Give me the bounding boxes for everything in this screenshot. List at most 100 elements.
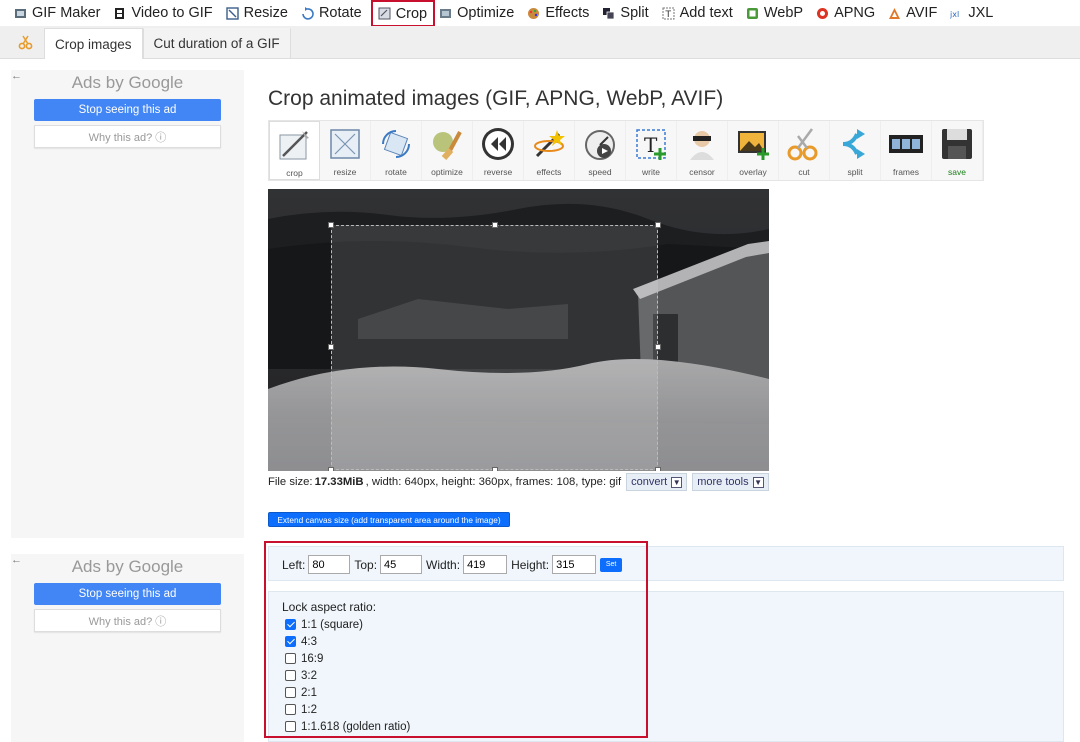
convert-label: convert [631,476,668,488]
rotate-icon [301,6,314,20]
nav-avif[interactable]: AVIF [884,0,946,26]
tool-resize[interactable]: resize [320,121,371,180]
tool-label: frames [893,167,919,177]
tool-save[interactable]: save [932,121,983,180]
aspect-checkbox[interactable] [285,721,296,732]
frames-tool-icon [887,125,925,163]
aspect-option[interactable]: 1:2 [285,701,410,718]
stop-seeing-ad-button[interactable]: Stop seeing this ad [34,99,221,121]
film-icon [113,7,126,20]
extend-canvas-button[interactable]: Extend canvas size (add transparent area… [268,512,510,527]
tool-rotate[interactable]: rotate [371,121,422,180]
tool-label: rotate [385,167,407,177]
convert-button[interactable]: convert ▼ [626,473,688,491]
aspect-ratio-title: Lock aspect ratio: [282,600,377,614]
nav-crop[interactable]: Crop [370,0,436,27]
aspect-option-label: 1:2 [301,703,317,716]
nav-label: Effects [545,5,590,21]
set-button[interactable]: Set [600,557,623,572]
crop-handle[interactable] [655,344,661,350]
nav-optimize[interactable]: Optimize [435,0,523,26]
tool-crop[interactable]: crop [269,121,320,180]
arrow-down-icon: ▼ [752,476,764,488]
nav-add-text[interactable]: T Add text [658,0,742,26]
ad-block: ← Ads by Google Stop seeing this ad Why … [11,70,244,538]
tool-label: resize [333,167,357,177]
nav-jxl[interactable]: jxl JXL [946,0,1002,26]
left-input[interactable] [308,555,351,574]
tab-crop-images[interactable]: Crop images [44,28,143,59]
nav-label: JXL [968,5,994,21]
nav-split[interactable]: Split [598,0,657,26]
why-this-ad-button[interactable]: Why this ad? ⓘ [34,125,221,148]
image-preview[interactable] [268,189,769,471]
aspect-option[interactable]: 1:1.618 (golden ratio) [285,718,410,735]
scissors-tab[interactable] [8,28,44,58]
crop-handle[interactable] [328,344,334,350]
tool-reverse[interactable]: reverse [473,121,524,180]
width-input[interactable] [463,555,508,574]
tool-censor[interactable]: censor [677,121,728,180]
nav-gif-maker[interactable]: GIF Maker [10,0,109,26]
tool-overlay[interactable]: overlay [728,121,779,180]
top-nav: GIF Maker Video to GIF Resize Rotate Cro… [0,0,1080,27]
nav-effects[interactable]: Effects [523,0,598,26]
file-size-value: 17.33MiB [314,476,364,488]
tool-label: optimize [431,167,463,177]
crop-handle[interactable] [655,222,661,228]
nav-resize[interactable]: Resize [222,0,297,26]
crop-icon [378,7,391,20]
crop-selection[interactable] [328,222,661,471]
crop-handle[interactable] [328,222,334,228]
nav-label: AVIF [906,5,938,21]
tool-speed[interactable]: speed [575,121,626,180]
tool-effects[interactable]: effects [524,121,575,180]
nav-label: Rotate [318,5,362,21]
aspect-option[interactable]: 1:1 (square) [285,616,410,633]
aspect-checkbox[interactable] [285,619,296,630]
tool-cut[interactable]: cut [779,121,830,180]
reverse-tool-icon [479,125,517,163]
avif-icon [888,7,901,20]
tool-write[interactable]: T write [626,121,677,180]
why-this-ad-button[interactable]: Why this ad? ⓘ [34,609,221,632]
more-tools-button[interactable]: more tools ▼ [692,473,769,491]
tool-label: crop [286,168,303,178]
rotate-tool-icon [377,125,415,163]
crop-handle[interactable] [492,222,498,228]
tool-label: effects [536,167,562,177]
aspect-checkbox[interactable] [285,653,296,664]
jxl-icon: jxl [949,7,963,20]
tool-frames[interactable]: frames [881,121,932,180]
crop-handle[interactable] [492,467,498,471]
nav-video-to-gif[interactable]: Video to GIF [109,0,221,26]
tool-split[interactable]: split [830,121,881,180]
aspect-option[interactable]: 16:9 [285,650,410,667]
aspect-option-label: 4:3 [301,635,317,648]
aspect-option[interactable]: 3:2 [285,667,410,684]
aspect-checkbox[interactable] [285,670,296,681]
apng-icon [816,7,829,20]
aspect-option-label: 2:1 [301,686,317,699]
tab-cut-duration[interactable]: Cut duration of a GIF [142,28,291,58]
aspect-checkbox[interactable] [285,636,296,647]
nav-label: GIF Maker [32,5,101,21]
cut-tool-icon [785,125,823,163]
crop-handle[interactable] [328,467,334,471]
more-tools-label: more tools [697,476,749,488]
aspect-option[interactable]: 4:3 [285,633,410,650]
nav-webp[interactable]: WebP [742,0,812,26]
aspect-checkbox[interactable] [285,687,296,698]
nav-apng[interactable]: APNG [812,0,884,26]
nav-label: Resize [243,5,288,21]
aspect-checkbox[interactable] [285,704,296,715]
stop-seeing-ad-button[interactable]: Stop seeing this ad [34,583,221,605]
aspect-option[interactable]: 2:1 [285,684,410,701]
height-input[interactable] [552,555,597,574]
svg-text:T: T [664,10,671,20]
nav-label: Crop [395,5,428,22]
crop-handle[interactable] [655,467,661,471]
tool-optimize[interactable]: optimize [422,121,473,180]
top-input[interactable] [380,555,423,574]
nav-rotate[interactable]: Rotate [297,0,371,26]
